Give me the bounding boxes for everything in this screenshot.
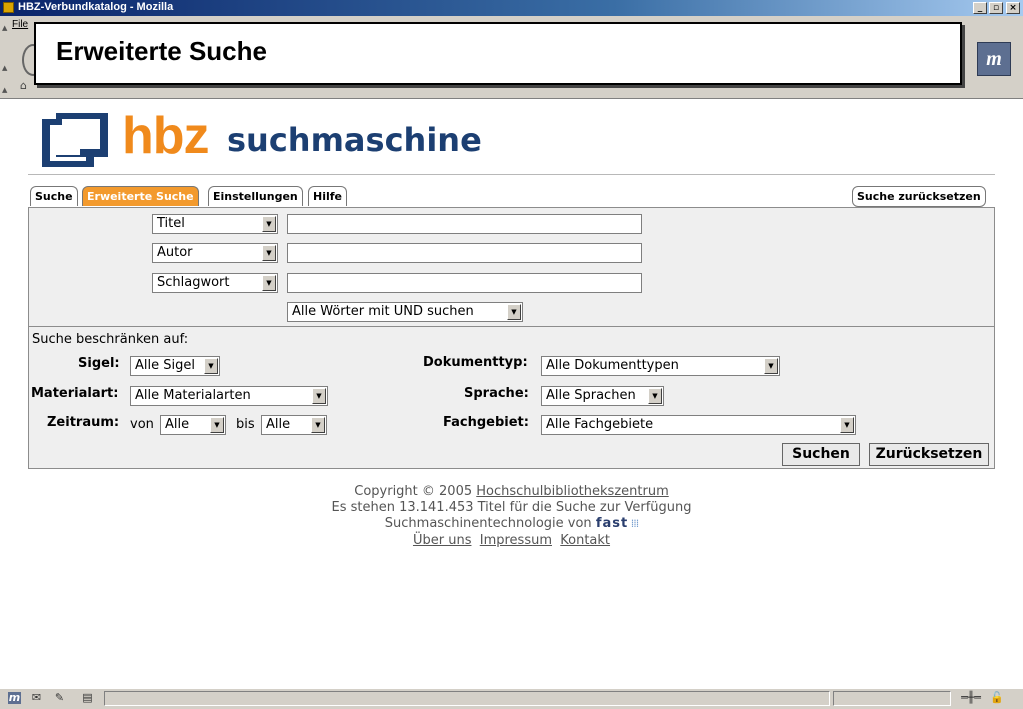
restrict-heading: Suche beschränken auf: — [32, 332, 189, 347]
page-title: Erweiterte Suche — [56, 36, 267, 66]
footer-copyright: Copyright © 2005 — [354, 484, 473, 499]
lock-icon: 🔓 — [990, 691, 1004, 704]
fachgebiet-select[interactable]: Alle Fachgebiete ▼ — [541, 415, 856, 435]
field-select-1[interactable]: Titel ▼ — [152, 214, 278, 234]
home-icon[interactable]: ⌂ — [20, 80, 33, 92]
chevron-down-icon: ▼ — [840, 417, 854, 433]
footer-tech-line: Suchmaschinentechnologie von fast ⁞⁞⁞ — [0, 515, 1023, 532]
maximize-button[interactable]: ▫ — [989, 2, 1003, 14]
menu-file[interactable]: File — [12, 19, 28, 30]
chevron-down-icon: ▼ — [262, 275, 276, 291]
zeitraum-bis-label: bis — [236, 417, 255, 432]
combine-mode-select[interactable]: Alle Wörter mit UND suchen ▼ — [287, 302, 523, 322]
divider — [28, 326, 995, 327]
zeitraum-bis-select[interactable]: Alle ▼ — [261, 415, 327, 435]
search-input-3[interactable] — [287, 273, 642, 293]
sprache-value: Alle Sprachen — [546, 388, 636, 403]
tab-einstellungen[interactable]: Einstellungen — [208, 186, 303, 206]
field-select-value: Autor — [157, 245, 193, 260]
fachgebiet-value: Alle Fachgebiete — [546, 417, 654, 432]
composer-icon[interactable]: ✎ — [53, 692, 66, 704]
footer-org-link[interactable]: Hochschulbibliothekszentrum — [476, 484, 668, 499]
tab-hilfe[interactable]: Hilfe — [308, 186, 347, 206]
toolbar-grip-icon[interactable]: ▲ — [2, 86, 8, 94]
online-icon[interactable]: ═╫═ — [960, 692, 982, 704]
zeitraum-von-label: von — [130, 417, 154, 432]
tab-suche[interactable]: Suche — [30, 186, 78, 206]
zeitraum-label: Zeitraum: — [47, 415, 120, 430]
field-select-value: Schlagwort — [157, 275, 230, 290]
app-icon — [3, 2, 14, 13]
search-input-1[interactable] — [287, 214, 642, 234]
reset-button[interactable]: Zurücksetzen — [869, 443, 989, 466]
chevron-down-icon: ▼ — [312, 388, 326, 404]
toolbar-grip-icon[interactable]: ▲ — [2, 64, 8, 72]
tab-erweiterte-suche[interactable]: Erweiterte Suche — [82, 186, 199, 206]
materialart-select[interactable]: Alle Materialarten ▼ — [130, 386, 328, 406]
footer-link-impressum[interactable]: Impressum — [480, 533, 552, 548]
materialart-label: Materialart: — [31, 386, 119, 401]
fast-logo: fast — [595, 516, 629, 531]
footer-link-kontakt[interactable]: Kontakt — [560, 533, 610, 548]
chevron-down-icon: ▼ — [648, 388, 662, 404]
chevron-down-icon: ▼ — [262, 245, 276, 261]
sprache-select[interactable]: Alle Sprachen ▼ — [541, 386, 664, 406]
chevron-down-icon: ▼ — [262, 216, 276, 232]
footer-copyright-line: Copyright © 2005 Hochschulbibliothekszen… — [0, 483, 1023, 500]
zeitraum-von-value: Alle — [165, 417, 190, 432]
hbz-logo-icon — [42, 113, 108, 167]
sprache-label: Sprache: — [464, 386, 529, 401]
footer-link-ueber-uns[interactable]: Über uns — [413, 533, 472, 548]
throbber-icon[interactable]: m — [977, 42, 1011, 76]
chevron-down-icon: ▼ — [204, 358, 218, 374]
field-select-2[interactable]: Autor ▼ — [152, 243, 278, 263]
footer-tech: Suchmaschinentechnologie von — [384, 516, 592, 531]
footer-stats: Es stehen 13.141.453 Titel für die Suche… — [331, 500, 692, 515]
fast-logo-dots-icon: ⁞⁞⁞ — [628, 517, 640, 530]
field-select-value: Titel — [157, 216, 185, 231]
fachgebiet-label: Fachgebiet: — [443, 415, 529, 430]
addressbook-icon[interactable]: ▤ — [81, 692, 94, 704]
toolbar-grip-icon[interactable]: ▲ — [2, 24, 8, 32]
combine-mode-value: Alle Wörter mit UND suchen — [292, 304, 474, 319]
page-title-overlay: Erweiterte Suche — [34, 22, 962, 85]
field-select-3[interactable]: Schlagwort ▼ — [152, 273, 278, 293]
progress-field — [833, 691, 951, 706]
minimize-button[interactable]: _ — [973, 2, 987, 14]
footer-links: Über uns Impressum Kontakt — [0, 532, 1023, 549]
sigel-label: Sigel: — [78, 356, 120, 371]
dokumenttyp-label: Dokumenttyp: — [423, 355, 528, 370]
window-title: HBZ-Verbundkatalog - Mozilla — [18, 1, 174, 13]
materialart-value: Alle Materialarten — [135, 388, 251, 403]
sigel-value: Alle Sigel — [135, 358, 195, 373]
logo-brand: hbz — [122, 107, 210, 165]
search-button[interactable]: Suchen — [782, 443, 860, 466]
divider — [28, 174, 995, 175]
chevron-down-icon: ▼ — [764, 358, 778, 374]
window-titlebar: HBZ-Verbundkatalog - Mozilla _ ▫ × — [0, 0, 1023, 16]
search-input-2[interactable] — [287, 243, 642, 263]
logo-product: suchmaschine — [227, 121, 482, 159]
sigel-select[interactable]: Alle Sigel ▼ — [130, 356, 220, 376]
zeitraum-bis-value: Alle — [266, 417, 291, 432]
dokumenttyp-value: Alle Dokumenttypen — [546, 358, 679, 373]
chevron-down-icon: ▼ — [210, 417, 224, 433]
status-text-field — [104, 691, 830, 706]
mail-icon[interactable]: ✉ — [30, 692, 43, 704]
chevron-down-icon: ▼ — [507, 304, 521, 320]
chevron-down-icon: ▼ — [311, 417, 325, 433]
close-button[interactable]: × — [1006, 2, 1020, 14]
reset-search-button[interactable]: Suche zurücksetzen — [852, 186, 986, 207]
status-bar: m ✉ ✎ ▤ ═╫═ 🔓 — [0, 688, 1023, 709]
zeitraum-von-select[interactable]: Alle ▼ — [160, 415, 226, 435]
navigator-icon[interactable]: m — [8, 692, 21, 704]
dokumenttyp-select[interactable]: Alle Dokumenttypen ▼ — [541, 356, 780, 376]
